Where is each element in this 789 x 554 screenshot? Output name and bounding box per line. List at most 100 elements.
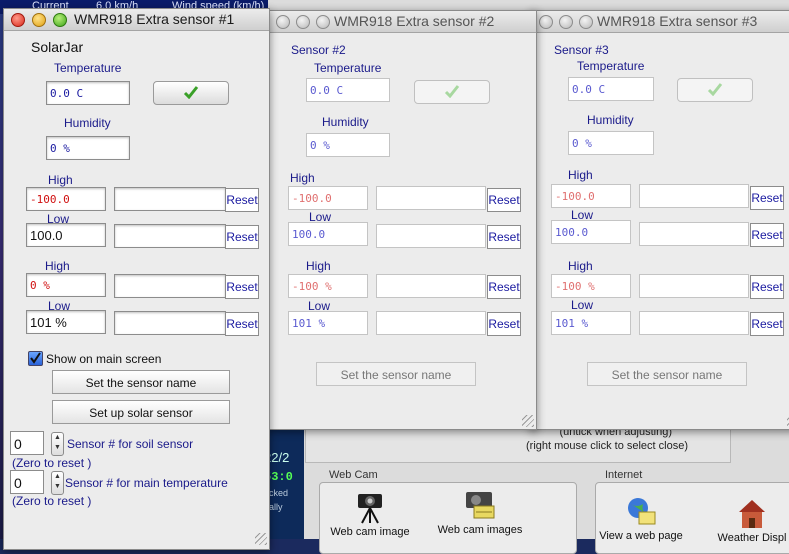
temp-low-extra-field[interactable] bbox=[639, 222, 749, 246]
sensor-name: Sensor #2 bbox=[291, 43, 346, 57]
show-main-label: Show on main screen bbox=[46, 352, 162, 366]
window-title: WMR918 Extra sensor #3 bbox=[597, 13, 758, 29]
webcam-image-button[interactable]: Web cam image bbox=[325, 490, 415, 538]
zoom-button[interactable] bbox=[579, 15, 593, 29]
reset-button[interactable]: Reset bbox=[487, 225, 521, 249]
sensor2-titlebar[interactable]: WMR918 Extra sensor #2 bbox=[268, 11, 536, 33]
temperature-label: Temperature bbox=[314, 61, 382, 75]
checkmark-icon bbox=[707, 83, 723, 96]
sensor3-window: WMR918 Extra sensor #3 Sensor #3 Tempera… bbox=[530, 10, 789, 430]
temperature-field[interactable]: 0.0 C bbox=[306, 78, 390, 102]
sensor-name: SolarJar bbox=[31, 39, 84, 55]
reset-button[interactable]: Reset bbox=[487, 188, 521, 212]
ok-button[interactable] bbox=[153, 81, 229, 105]
camera-film-icon bbox=[464, 488, 496, 522]
temp-high-field[interactable]: -100.0 bbox=[288, 186, 368, 210]
humidity-label: Humidity bbox=[64, 116, 111, 130]
temp-high-field[interactable]: -100.0 bbox=[551, 184, 631, 208]
reset-button[interactable]: Reset bbox=[487, 312, 521, 336]
set-sensor-name-button[interactable]: Set the sensor name bbox=[316, 362, 476, 386]
checkmark-icon bbox=[183, 86, 199, 99]
humidity-low-field[interactable]: 101 % bbox=[288, 311, 368, 335]
high-label: High bbox=[45, 259, 70, 273]
low-label: Low bbox=[571, 298, 594, 312]
minimize-button[interactable] bbox=[32, 13, 46, 27]
show-main-checkbox[interactable] bbox=[28, 351, 43, 366]
reset-button[interactable]: Reset bbox=[750, 223, 784, 247]
humidity-low-field[interactable]: 101 % bbox=[26, 310, 106, 334]
reset-button[interactable]: Reset bbox=[487, 275, 521, 299]
temp-low-field[interactable]: 100.0 bbox=[26, 223, 106, 247]
view-web-page-label: View a web page bbox=[599, 530, 683, 542]
humidity-high-field[interactable]: -100 % bbox=[288, 274, 368, 298]
humidity-low-extra-field[interactable] bbox=[114, 311, 226, 335]
high-label: High bbox=[568, 168, 593, 182]
close-button[interactable] bbox=[539, 15, 553, 29]
minimize-button[interactable] bbox=[559, 15, 573, 29]
ok-button[interactable] bbox=[414, 80, 490, 104]
reset-button[interactable]: Reset bbox=[225, 312, 259, 336]
resize-grip[interactable] bbox=[522, 415, 534, 427]
resize-grip[interactable] bbox=[255, 533, 267, 545]
webcam-group-label: Web Cam bbox=[329, 469, 378, 481]
set-sensor-name-button[interactable]: Set the sensor name bbox=[587, 362, 747, 386]
reset-button[interactable]: Reset bbox=[750, 275, 784, 299]
temp-low-field[interactable]: 100.0 bbox=[551, 220, 631, 244]
webcam-image-label: Web cam image bbox=[330, 526, 410, 538]
high-label: High bbox=[290, 171, 315, 185]
humidity-field[interactable]: 0 % bbox=[306, 133, 390, 157]
reset-button[interactable]: Reset bbox=[750, 312, 784, 336]
humidity-low-extra-field[interactable] bbox=[639, 311, 749, 335]
ok-button[interactable] bbox=[677, 78, 753, 102]
weather-display-button[interactable]: Weather Displ bbox=[714, 496, 789, 544]
humidity-field[interactable]: 0 % bbox=[46, 136, 130, 160]
reset-button[interactable]: Reset bbox=[225, 275, 259, 299]
note-line-2: (right mouse click to select close) bbox=[526, 440, 688, 452]
temperature-field[interactable]: 0.0 C bbox=[46, 81, 130, 105]
checkmark-icon bbox=[30, 352, 41, 364]
setup-solar-sensor-button[interactable]: Set up solar sensor bbox=[52, 400, 230, 424]
window-title: WMR918 Extra sensor #1 bbox=[74, 11, 235, 27]
zero-to-reset-label: (Zero to reset ) bbox=[12, 456, 92, 470]
house-icon bbox=[736, 496, 768, 530]
humidity-high-field[interactable]: -100 % bbox=[551, 274, 631, 298]
humidity-low-field[interactable]: 101 % bbox=[551, 311, 631, 335]
close-button[interactable] bbox=[276, 15, 290, 29]
humidity-high-extra-field[interactable] bbox=[639, 274, 749, 298]
sensor1-window: WMR918 Extra sensor #1 SolarJar Temperat… bbox=[3, 8, 270, 550]
humidity-high-extra-field[interactable] bbox=[376, 274, 486, 298]
sensor3-titlebar[interactable]: WMR918 Extra sensor #3 bbox=[531, 11, 789, 33]
high-label: High bbox=[48, 173, 73, 187]
reset-button[interactable]: Reset bbox=[750, 186, 784, 210]
minimize-button[interactable] bbox=[296, 15, 310, 29]
reset-button[interactable]: Reset bbox=[225, 225, 259, 249]
sensor1-titlebar[interactable]: WMR918 Extra sensor #1 bbox=[4, 9, 269, 31]
temp-high-extra-field[interactable] bbox=[114, 187, 226, 211]
temp-high-extra-field[interactable] bbox=[376, 186, 486, 210]
webcam-images-button[interactable]: Web cam images bbox=[435, 488, 525, 536]
temp-low-field[interactable]: 100.0 bbox=[288, 222, 368, 246]
view-web-page-button[interactable]: View a web page bbox=[598, 494, 684, 542]
temp-high-extra-field[interactable] bbox=[639, 184, 749, 208]
zoom-button[interactable] bbox=[316, 15, 330, 29]
zoom-button[interactable] bbox=[53, 13, 67, 27]
humidity-high-extra-field[interactable] bbox=[114, 274, 226, 298]
soil-sensor-number-field[interactable]: 0 bbox=[10, 431, 44, 455]
temperature-field[interactable]: 0.0 C bbox=[568, 77, 654, 101]
high-label: High bbox=[306, 259, 331, 273]
temp-low-extra-field[interactable] bbox=[114, 224, 226, 248]
main-temp-sensor-stepper[interactable]: ▲ ▼ bbox=[51, 471, 64, 495]
soil-sensor-stepper[interactable]: ▲ ▼ bbox=[51, 432, 64, 456]
set-sensor-name-button[interactable]: Set the sensor name bbox=[52, 370, 230, 394]
temp-low-extra-field[interactable] bbox=[376, 224, 486, 248]
internet-group-label: Internet bbox=[605, 469, 643, 481]
humidity-field[interactable]: 0 % bbox=[568, 131, 654, 155]
temperature-label: Temperature bbox=[54, 61, 122, 75]
close-button[interactable] bbox=[11, 13, 25, 27]
humidity-low-extra-field[interactable] bbox=[376, 311, 486, 335]
reset-button[interactable]: Reset bbox=[225, 188, 259, 212]
main-temp-sensor-number-field[interactable]: 0 bbox=[10, 470, 44, 494]
humidity-label: Humidity bbox=[322, 115, 369, 129]
humidity-high-field[interactable]: 0 % bbox=[26, 273, 106, 297]
temp-high-field[interactable]: -100.0 bbox=[26, 187, 106, 211]
